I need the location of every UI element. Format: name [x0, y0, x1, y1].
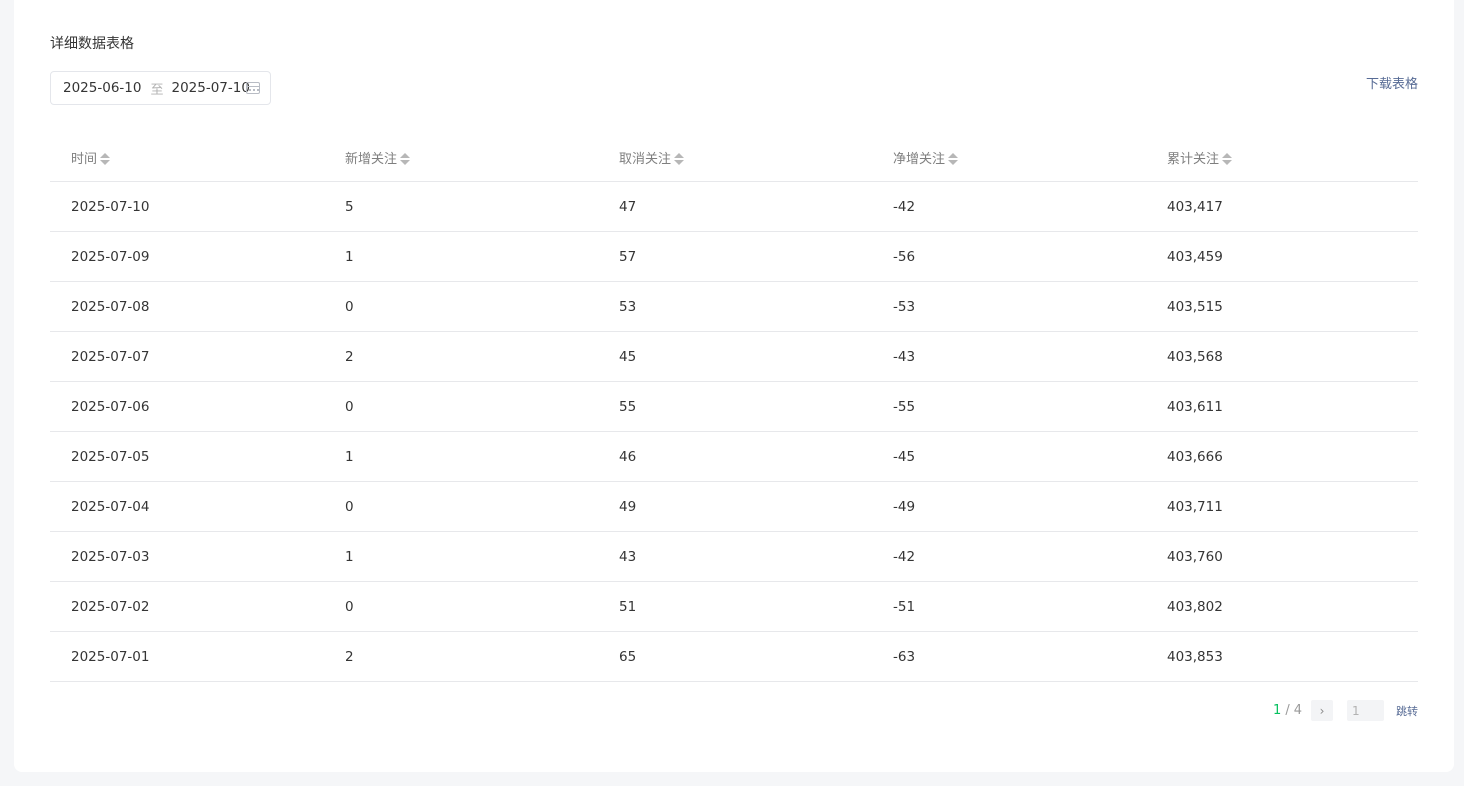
- table-cell: 403,711: [1167, 498, 1223, 515]
- current-page: 1: [1273, 703, 1282, 718]
- sort-icon[interactable]: [1222, 152, 1233, 166]
- table-cell: -56: [893, 248, 916, 265]
- table-cell: 403,760: [1167, 548, 1223, 565]
- table-row: 2025-07-03 1 43 -42 403,760: [50, 532, 1418, 582]
- sort-icon[interactable]: [674, 152, 685, 166]
- date-separator: 至: [150, 82, 164, 98]
- table-row: 2025-07-06 0 55 -55 403,611: [50, 382, 1418, 432]
- table-cell: 1: [345, 248, 354, 265]
- table-cell: 403,611: [1167, 398, 1223, 415]
- table-cell: -63: [893, 648, 916, 665]
- end-date[interactable]: 2025-07-10: [171, 80, 249, 96]
- table-cell: 403,515: [1167, 298, 1223, 315]
- table-cell: 57: [619, 248, 637, 265]
- table-cell: 2: [345, 348, 354, 365]
- table-cell: 51: [619, 598, 637, 615]
- table-cell: -51: [893, 598, 916, 615]
- table-row: 2025-07-02 0 51 -51 403,802: [50, 582, 1418, 632]
- table-cell: 53: [619, 298, 637, 315]
- table-cell: 47: [619, 198, 637, 215]
- table-cell: 0: [345, 598, 354, 615]
- table-cell: 2025-07-04: [71, 498, 150, 515]
- table-row: 2025-07-10 5 47 -42 403,417: [50, 182, 1418, 232]
- section-title: 详细数据表格: [50, 36, 134, 52]
- table-cell: 55: [619, 398, 637, 415]
- table-cell: 403,417: [1167, 198, 1223, 215]
- table-cell: 2025-07-09: [71, 248, 150, 265]
- table-cell: 403,666: [1167, 448, 1223, 465]
- page-separator: /: [1285, 703, 1290, 718]
- table-cell: 403,568: [1167, 348, 1223, 365]
- table-row: 2025-07-07 2 45 -43 403,568: [50, 332, 1418, 382]
- table-cell: 2025-07-02: [71, 598, 150, 615]
- table-cell: 2: [345, 648, 354, 665]
- sort-icon[interactable]: [100, 152, 111, 166]
- table-row: 2025-07-01 2 65 -63 403,853: [50, 632, 1418, 682]
- table-cell: -45: [893, 448, 916, 465]
- table-cell: 2025-07-10: [71, 198, 150, 215]
- column-header-total-follows[interactable]: 累计关注: [1146, 148, 1418, 167]
- table-row: 2025-07-05 1 46 -45 403,666: [50, 432, 1418, 482]
- table-cell: 403,459: [1167, 248, 1223, 265]
- table-row: 2025-07-08 0 53 -53 403,515: [50, 282, 1418, 332]
- table-cell: 0: [345, 398, 354, 415]
- table-cell: 2025-07-08: [71, 298, 150, 315]
- page-number-input[interactable]: [1347, 700, 1384, 721]
- detail-data-card: 详细数据表格 2025-06-10 至 2025-07-10 下载表格 时间 新…: [14, 0, 1454, 772]
- column-header-net-follows[interactable]: 净增关注: [872, 148, 1146, 167]
- column-header-new-follows[interactable]: 新增关注: [324, 148, 598, 167]
- column-header-time[interactable]: 时间: [50, 148, 324, 167]
- table-cell: 403,802: [1167, 598, 1223, 615]
- table-cell: -53: [893, 298, 916, 315]
- table-header: 时间 新增关注 取消关注 净增关注 累计关注: [50, 133, 1418, 182]
- sort-icon[interactable]: [400, 152, 411, 166]
- table-cell: 43: [619, 548, 637, 565]
- download-table-link[interactable]: 下载表格: [1366, 73, 1418, 92]
- table-cell: 2025-07-01: [71, 648, 150, 665]
- table-cell: 2025-07-06: [71, 398, 150, 415]
- table-cell: -42: [893, 198, 916, 215]
- table-cell: 2025-07-07: [71, 348, 150, 365]
- table-row: 2025-07-09 1 57 -56 403,459: [50, 232, 1418, 282]
- table-body: 2025-07-10 5 47 -42 403,417 2025-07-09 1 57 -56 4…: [50, 182, 1418, 682]
- data-table: 时间 新增关注 取消关注 净增关注 累计关注 2025-07-10 5 47 -42 4…: [50, 133, 1418, 682]
- calendar-icon[interactable]: [246, 82, 260, 94]
- table-cell: -55: [893, 398, 916, 415]
- table-cell: 1: [345, 548, 354, 565]
- date-range-picker[interactable]: 2025-06-10 至 2025-07-10: [50, 71, 271, 105]
- table-cell: 0: [345, 498, 354, 515]
- pagination: 1 / 4 › 跳转: [1273, 700, 1418, 721]
- table-cell: 2025-07-05: [71, 448, 150, 465]
- table-cell: 45: [619, 348, 637, 365]
- table-cell: 65: [619, 648, 637, 665]
- table-cell: 1: [345, 448, 354, 465]
- sort-icon[interactable]: [948, 152, 959, 166]
- table-cell: 403,853: [1167, 648, 1223, 665]
- table-cell: 5: [345, 198, 354, 215]
- table-cell: 0: [345, 298, 354, 315]
- table-cell: -43: [893, 348, 916, 365]
- jump-button[interactable]: 跳转: [1396, 703, 1418, 719]
- table-cell: 2025-07-03: [71, 548, 150, 565]
- chevron-right-icon[interactable]: ›: [1311, 700, 1333, 721]
- table-cell: 46: [619, 448, 637, 465]
- table-row: 2025-07-04 0 49 -49 403,711: [50, 482, 1418, 532]
- column-header-unfollows[interactable]: 取消关注: [598, 148, 872, 167]
- table-cell: 49: [619, 498, 637, 515]
- table-cell: -42: [893, 548, 916, 565]
- start-date[interactable]: 2025-06-10: [63, 80, 141, 96]
- total-pages: 4: [1293, 703, 1302, 718]
- table-cell: -49: [893, 498, 916, 515]
